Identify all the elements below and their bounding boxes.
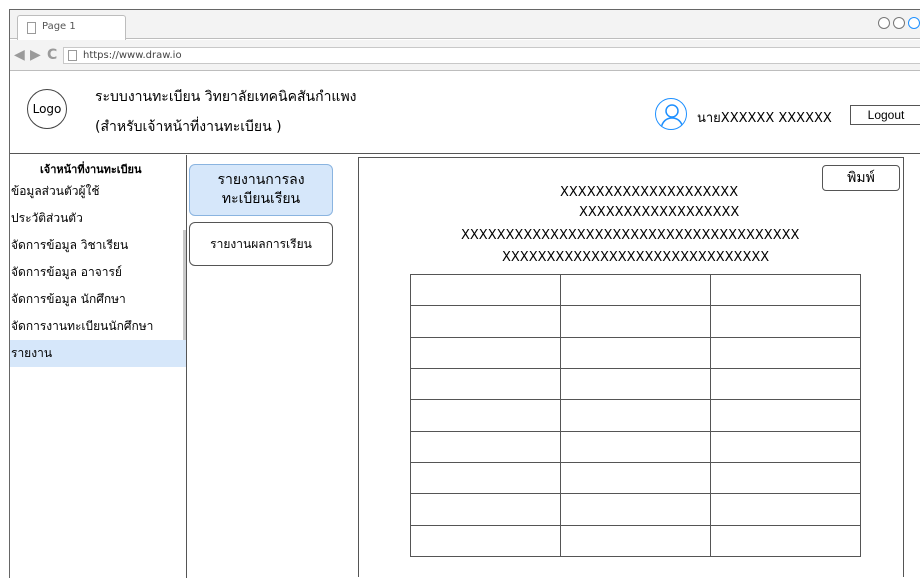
table-cell bbox=[560, 305, 711, 338]
table-cell bbox=[710, 430, 861, 463]
table-cell bbox=[410, 367, 561, 401]
tab-label: Page 1 bbox=[42, 21, 76, 32]
table-cell bbox=[560, 524, 711, 558]
sidebar-item-registration[interactable]: จัดการงานทะเบียนนักศึกษา bbox=[10, 313, 186, 340]
table-cell bbox=[560, 336, 711, 369]
table-cell bbox=[710, 367, 861, 401]
table-row bbox=[410, 367, 861, 401]
table-cell bbox=[710, 399, 861, 432]
table-row bbox=[410, 273, 861, 307]
table-cell bbox=[710, 524, 861, 558]
sidebar: เจ้าหน้าที่งานทะเบียน ข้อมูลส่วนตัวผู้ใช… bbox=[10, 155, 187, 578]
tab-registration-label-line2: ทะเบียนเรียน bbox=[221, 191, 301, 207]
tab-strip: Page 1 bbox=[10, 10, 920, 40]
table-cell bbox=[710, 461, 861, 495]
logo: Logo bbox=[27, 89, 67, 129]
table-cell bbox=[410, 273, 561, 307]
table-cell bbox=[560, 493, 711, 526]
table-cell bbox=[560, 461, 711, 495]
report-table bbox=[410, 273, 861, 558]
table-row bbox=[410, 336, 861, 369]
table-row bbox=[410, 399, 861, 432]
table-cell bbox=[410, 336, 561, 369]
sidebar-item-personal-history[interactable]: ประวัติส่วนตัว bbox=[10, 205, 186, 232]
table-cell bbox=[560, 273, 711, 307]
logout-button[interactable]: Logout bbox=[850, 105, 920, 125]
logo-text: Logo bbox=[32, 102, 62, 116]
sidebar-item-user-profile[interactable]: ข้อมูลส่วนตัวผู้ใช้ bbox=[10, 178, 186, 205]
report-heading-line: XXXXXXXXXXXXXXXXXXXXXXXXXXXXXX bbox=[502, 250, 770, 265]
window-dot-icon[interactable] bbox=[877, 17, 890, 29]
table-cell bbox=[710, 493, 861, 526]
tab-registration-report[interactable]: รายงานการลง ทะเบียนเรียน bbox=[189, 164, 333, 216]
table-row bbox=[410, 461, 861, 495]
user-avatar-icon[interactable] bbox=[655, 98, 687, 130]
sidebar-item-students[interactable]: จัดการข้อมูล นักศึกษา bbox=[10, 286, 186, 313]
table-row bbox=[410, 524, 861, 558]
system-title: ระบบงานทะเบียน วิทยาลัยเทคนิคสันกำแพง bbox=[95, 89, 357, 105]
report-heading-line: XXXXXXXXXXXXXXXXXXXX bbox=[560, 185, 739, 200]
table-cell bbox=[410, 305, 561, 338]
page-icon bbox=[68, 50, 77, 61]
sidebar-item-teachers[interactable]: จัดการข้อมูล อาจารย์ bbox=[10, 259, 186, 286]
system-subtitle: (สำหรับเจ้าหน้าที่งานทะเบียน ) bbox=[95, 119, 282, 135]
window-controls bbox=[877, 14, 920, 29]
forward-arrow-icon[interactable]: ▶ bbox=[30, 48, 41, 62]
window-dot-icon[interactable] bbox=[908, 17, 920, 29]
table-cell bbox=[560, 367, 711, 401]
user-name: นายXXXXXX XXXXXX bbox=[697, 111, 832, 126]
table-cell bbox=[560, 399, 711, 432]
table-row bbox=[410, 430, 861, 463]
table-cell bbox=[710, 273, 861, 307]
browser-tab[interactable]: Page 1 bbox=[17, 15, 126, 40]
sidebar-item-reports[interactable]: รายงาน bbox=[10, 340, 186, 367]
table-cell bbox=[560, 430, 711, 463]
sidebar-scrollbar[interactable] bbox=[183, 230, 186, 340]
address-bar: ◀ ▶ C https://www.draw.io bbox=[10, 40, 920, 71]
table-cell bbox=[410, 493, 561, 526]
tab-registration-label-line1: รายงานการลง bbox=[217, 172, 305, 188]
url-input[interactable]: https://www.draw.io bbox=[63, 47, 920, 64]
page-icon bbox=[27, 22, 36, 34]
table-cell bbox=[710, 336, 861, 369]
tab-results-report[interactable]: รายงานผลการเรียน bbox=[189, 222, 333, 266]
table-cell bbox=[410, 399, 561, 432]
app-header: Logo ระบบงานทะเบียน วิทยาลัยเทคนิคสันกำแ… bbox=[10, 72, 920, 154]
table-cell bbox=[410, 461, 561, 495]
reload-icon[interactable]: C bbox=[47, 48, 57, 62]
table-row bbox=[410, 493, 861, 526]
table-row bbox=[410, 305, 861, 338]
table-cell bbox=[410, 524, 561, 558]
table-cell bbox=[710, 305, 861, 338]
sidebar-item-courses[interactable]: จัดการข้อมูล วิชาเรียน bbox=[10, 232, 186, 259]
report-heading-line: XXXXXXXXXXXXXXXXXXXXXXXXXXXXXXXXXXXXXX bbox=[461, 228, 800, 243]
sidebar-heading: เจ้าหน้าที่งานทะเบียน bbox=[40, 163, 142, 176]
report-heading-line: XXXXXXXXXXXXXXXXXX bbox=[579, 205, 740, 220]
print-button[interactable]: พิมพ์ bbox=[822, 165, 900, 191]
table-cell bbox=[410, 430, 561, 463]
window-dot-icon[interactable] bbox=[892, 17, 905, 29]
url-text: https://www.draw.io bbox=[83, 50, 182, 61]
back-arrow-icon[interactable]: ◀ bbox=[14, 48, 25, 62]
